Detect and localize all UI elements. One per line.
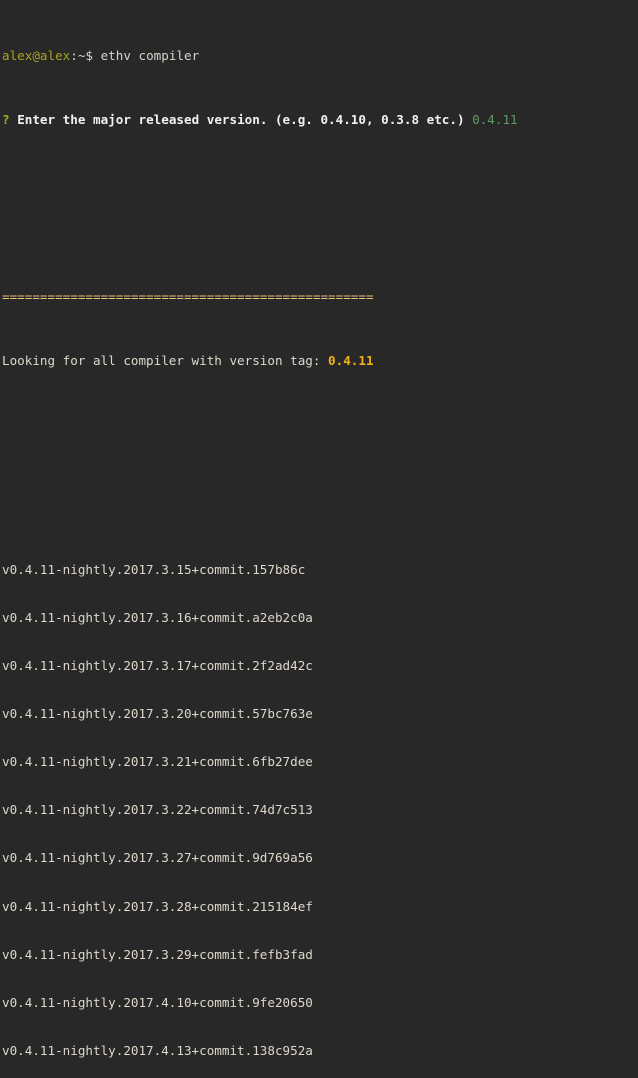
question-answer-value: 0.4.11: [472, 112, 518, 128]
list-item: v0.4.11-nightly.2017.4.10+commit.9fe2065…: [2, 994, 313, 1010]
status-line: Looking for all compiler with version ta…: [0, 353, 638, 369]
list-item: v0.4.11-nightly.2017.3.20+commit.57bc763…: [2, 706, 313, 722]
question-text-value: Enter the major released version. (e.g. …: [17, 112, 465, 128]
version-list: v0.4.11-nightly.2017.3.15+commit.157b86c…: [0, 530, 638, 1078]
list-item: v0.4.11-nightly.2017.3.21+commit.6fb27de…: [2, 754, 313, 770]
status-tag: 0.4.11: [320, 353, 374, 369]
question-answer[interactable]: 0.4.11: [465, 112, 518, 127]
terminal-window[interactable]: alex@alex:~$ ethv compiler ? Enter the m…: [0, 0, 638, 1058]
list-item: v0.4.11-nightly.2017.3.22+commit.74d7c51…: [2, 802, 313, 818]
question-line: ? Enter the major released version. (e.g…: [0, 112, 638, 128]
list-item: v0.4.11-nightly.2017.3.28+commit.215184e…: [2, 898, 313, 914]
user-host-label: alex@alex: [2, 48, 71, 64]
status-label: Looking for all compiler with version ta…: [2, 353, 321, 369]
list-item: v0.4.11-nightly.2017.3.15+commit.157b86c: [2, 561, 306, 577]
list-item: v0.4.11-nightly.2017.3.29+commit.fefb3fa…: [2, 946, 313, 962]
list-item: v0.4.11-nightly.2017.3.17+commit.2f2ad42…: [2, 657, 313, 673]
list-item: v0.4.11-nightly.2017.3.27+commit.9d769a5…: [2, 850, 313, 866]
command-value: ethv compiler: [100, 48, 200, 64]
prompt-path-symbol: :~$: [70, 48, 93, 64]
command-text: ethv compiler: [93, 48, 200, 64]
separator-line: ========================================…: [2, 288, 374, 304]
question-mark-icon: ?: [2, 112, 10, 128]
status-tag-value: 0.4.11: [328, 353, 374, 369]
shell-prompt-line: alex@alex:~$ ethv compiler: [0, 48, 638, 64]
list-item: v0.4.11-nightly.2017.4.13+commit.138c952…: [2, 1043, 313, 1059]
question-text: Enter the major released version. (e.g. …: [10, 112, 465, 128]
list-item: v0.4.11-nightly.2017.3.16+commit.a2eb2c0…: [2, 609, 313, 625]
